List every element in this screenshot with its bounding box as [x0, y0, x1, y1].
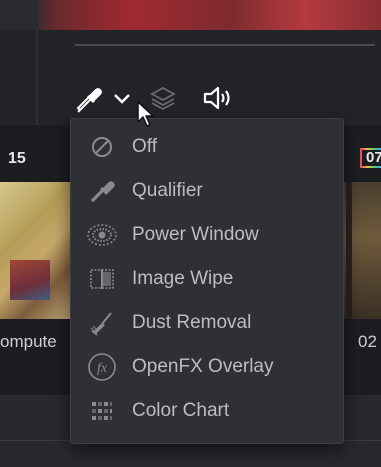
viewer-image-strip [0, 0, 381, 30]
menu-item-label: Color Chart [132, 400, 230, 421]
menu-item-color-chart[interactable]: Color Chart [71, 391, 343, 431]
menu-item-label: Image Wipe [132, 268, 234, 289]
mouse-cursor-icon [136, 100, 156, 133]
clip-number-badge: 07 [360, 148, 381, 168]
menu-item-dust-removal[interactable]: Dust Removal [71, 303, 343, 343]
menu-item-label: Off [132, 136, 157, 157]
clip-name-right: 02 [358, 332, 377, 351]
menu-item-openfx-overlay[interactable]: fx OpenFX Overlay [71, 347, 343, 387]
thumbnail-detail [10, 260, 50, 300]
viewer-left-panel [0, 0, 38, 30]
qualifier-eyedropper-icon [85, 174, 119, 208]
power-window-icon [85, 218, 119, 252]
viewer-toolbar [0, 75, 381, 120]
speaker-icon[interactable] [200, 82, 234, 114]
thumbnail-detail [346, 182, 352, 319]
fx-icon: fx [85, 350, 119, 384]
menu-item-label: Power Window [132, 224, 259, 245]
clip-thumbnail-right[interactable] [340, 182, 381, 319]
highlight-mode-dropdown-menu: Off Qualifier Power Window Image Wipe Du… [70, 118, 344, 444]
scrubber-bar[interactable] [75, 44, 375, 46]
off-icon [85, 130, 119, 164]
clip-thumbnail-left[interactable] [0, 182, 72, 319]
menu-item-label: Dust Removal [132, 312, 252, 333]
clip-number-left: 15 [8, 150, 26, 167]
image-wipe-icon [85, 262, 119, 296]
color-chart-icon [85, 394, 119, 428]
menu-item-off[interactable]: Off [71, 127, 343, 167]
menu-item-qualifier[interactable]: Qualifier [71, 171, 343, 211]
svg-text:fx: fx [97, 361, 108, 376]
clip-name-left: ompute [0, 332, 57, 351]
menu-item-image-wipe[interactable]: Image Wipe [71, 259, 343, 299]
menu-item-label: OpenFX Overlay [132, 356, 274, 377]
menu-item-power-window[interactable]: Power Window [71, 215, 343, 255]
menu-item-label: Qualifier [132, 180, 203, 201]
chevron-down-icon[interactable] [110, 87, 134, 111]
eyedropper-icon[interactable] [72, 82, 106, 116]
brush-icon [85, 306, 119, 340]
